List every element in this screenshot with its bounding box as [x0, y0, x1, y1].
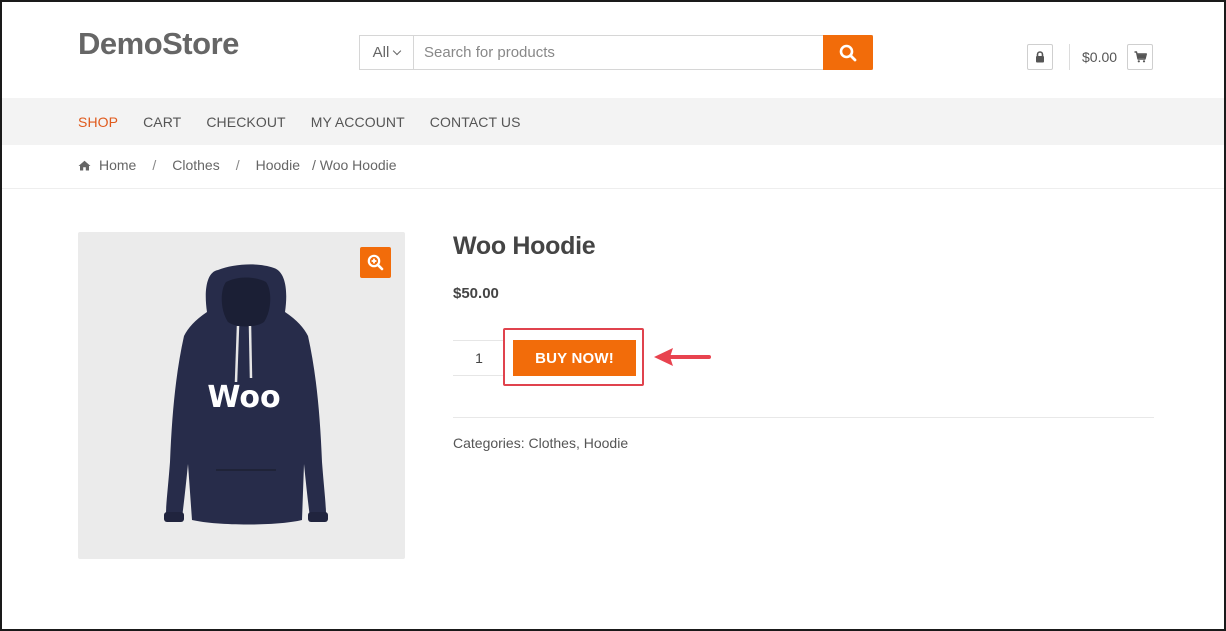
main-navigation: SHOP CART CHECKOUT MY ACCOUNT CONTACT US — [2, 98, 1224, 145]
breadcrumb-item-hoodie[interactable]: Hoodie — [256, 157, 300, 173]
breadcrumb: Home / Clothes / Hoodie / Woo Hoodie — [78, 157, 397, 173]
product-price: $50.00 — [453, 285, 499, 302]
breadcrumb-home[interactable]: Home — [99, 157, 136, 173]
search-icon — [839, 44, 857, 61]
category-separator: , — [575, 435, 580, 451]
summary-divider — [453, 417, 1154, 418]
hoodie-print-text: Woo — [207, 380, 280, 415]
image-zoom-button[interactable] — [360, 247, 391, 278]
nav-item-cart[interactable]: CART — [143, 114, 181, 130]
categories-label: Categories: — [453, 435, 525, 451]
breadcrumb-current: / Woo Hoodie — [311, 157, 397, 173]
category-link-hoodie[interactable]: Hoodie — [584, 435, 628, 451]
nav-item-my-account[interactable]: MY ACCOUNT — [311, 114, 405, 130]
breadcrumb-divider — [2, 188, 1224, 189]
search-input[interactable] — [414, 36, 823, 69]
annotation-arrow-icon — [654, 348, 711, 366]
page-frame: DemoStore All $0.00 — [0, 0, 1226, 631]
site-logo[interactable]: DemoStore — [78, 26, 239, 62]
nav-item-shop[interactable]: SHOP — [78, 114, 118, 130]
zoom-in-icon — [367, 254, 384, 271]
home-icon — [78, 160, 91, 170]
product-image[interactable]: Woo — [78, 232, 405, 559]
search-category-select[interactable]: All — [360, 36, 414, 69]
product-search: All — [359, 35, 873, 70]
breadcrumb-separator: / — [235, 157, 240, 173]
product-categories: Categories: Clothes, Hoodie — [453, 435, 628, 451]
cart-icon — [1134, 51, 1147, 63]
cart-total[interactable]: $0.00 — [1082, 49, 1117, 65]
site-header: DemoStore All $0.00 — [2, 2, 1224, 98]
chevron-down-icon — [393, 46, 402, 56]
search-button[interactable] — [823, 35, 873, 70]
breadcrumb-item-clothes[interactable]: Clothes — [172, 157, 219, 173]
lock-icon — [1036, 51, 1044, 63]
hoodie-image: Woo — [164, 264, 328, 525]
breadcrumb-separator: / — [152, 157, 157, 173]
cart-button[interactable] — [1127, 44, 1153, 70]
nav-item-contact-us[interactable]: CONTACT US — [430, 114, 521, 130]
buy-now-button[interactable]: BUY NOW! — [513, 340, 636, 376]
header-divider — [1069, 44, 1070, 70]
nav-item-checkout[interactable]: CHECKOUT — [206, 114, 285, 130]
my-account-button[interactable] — [1027, 44, 1053, 70]
quantity-input[interactable]: 1 — [453, 340, 503, 376]
product-title: Woo Hoodie — [453, 232, 596, 260]
search-category-value: All — [372, 44, 390, 61]
category-link-clothes[interactable]: Clothes — [528, 435, 575, 451]
